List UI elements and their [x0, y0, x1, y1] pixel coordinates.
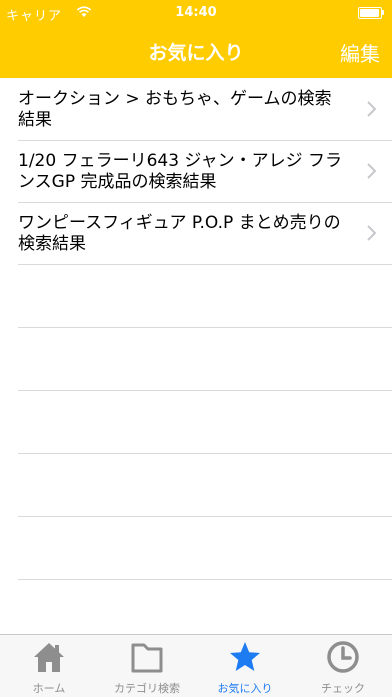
- chevron-right-icon: [367, 225, 376, 241]
- tab-home[interactable]: ホーム: [0, 635, 98, 697]
- status-time: 14:40: [175, 5, 217, 20]
- favorite-row-label: ワンピースフィギュア P.O.P まとめ売りの検索結果: [18, 213, 341, 254]
- chevron-right-icon: [367, 101, 376, 117]
- tab-label: ホーム: [32, 682, 66, 695]
- status-bar: キャリア 14:40: [0, 0, 392, 26]
- favorite-row[interactable]: 1/20 フェラーリ643 ジャン・アレジ フランスGP 完成品の検索結果: [18, 141, 392, 203]
- empty-row: [18, 265, 392, 328]
- favorite-row-label: 1/20 フェラーリ643 ジャン・アレジ フランスGP 完成品の検索結果: [18, 151, 342, 192]
- empty-row: [18, 328, 392, 391]
- page-title: お気に入り: [148, 42, 244, 64]
- favorites-list: オークション > おもちゃ、ゲームの検索結果 1/20 フェラーリ643 ジャン…: [0, 79, 392, 580]
- empty-row: [18, 391, 392, 454]
- clock-icon: [327, 641, 359, 673]
- tab-category-search[interactable]: カテゴリ検索: [98, 635, 196, 697]
- home-icon: [34, 643, 64, 672]
- chevron-right-icon: [367, 163, 376, 179]
- favorite-row[interactable]: ワンピースフィギュア P.O.P まとめ売りの検索結果: [18, 203, 392, 265]
- favorite-row-label: オークション > おもちゃ、ゲームの検索結果: [18, 89, 332, 130]
- folder-icon: [131, 643, 163, 673]
- empty-row: [18, 517, 392, 580]
- favorite-row[interactable]: オークション > おもちゃ、ゲームの検索結果: [18, 79, 392, 141]
- battery-icon: [358, 7, 384, 19]
- empty-row: [18, 454, 392, 517]
- navigation-bar: お気に入り 編集: [0, 26, 392, 78]
- tab-label: チェック: [321, 682, 365, 695]
- edit-button[interactable]: 編集: [340, 38, 380, 67]
- tab-bar: ホーム カテゴリ検索 お気に入り チェック: [0, 634, 392, 697]
- tab-label: お気に入り: [217, 682, 273, 695]
- tab-favorites[interactable]: お気に入り: [196, 635, 294, 697]
- star-icon: [230, 642, 260, 671]
- tab-check[interactable]: チェック: [294, 635, 392, 697]
- tab-label: カテゴリ検索: [114, 682, 180, 695]
- header: キャリア 14:40 お気に入り 編集: [0, 0, 392, 78]
